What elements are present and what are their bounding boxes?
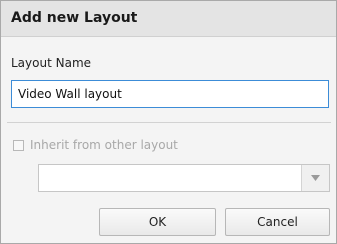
dialog-title: Add new Layout <box>11 10 138 26</box>
inherit-checkbox-row[interactable]: Inherit from other layout <box>13 137 178 153</box>
add-layout-dialog: Add new Layout Layout Name Inherit from … <box>0 0 337 244</box>
layout-name-input[interactable] <box>11 80 329 108</box>
layout-name-label: Layout Name <box>11 56 92 70</box>
inherit-layout-select[interactable] <box>38 164 330 192</box>
ok-button[interactable]: OK <box>99 208 216 236</box>
dropdown-button[interactable] <box>301 165 329 191</box>
dialog-titlebar: Add new Layout <box>1 1 336 37</box>
inherit-checkbox-label: Inherit from other layout <box>30 138 178 152</box>
cancel-button[interactable]: Cancel <box>225 208 330 236</box>
divider <box>7 122 331 123</box>
inherit-checkbox[interactable] <box>13 139 24 151</box>
chevron-down-icon <box>311 175 320 181</box>
